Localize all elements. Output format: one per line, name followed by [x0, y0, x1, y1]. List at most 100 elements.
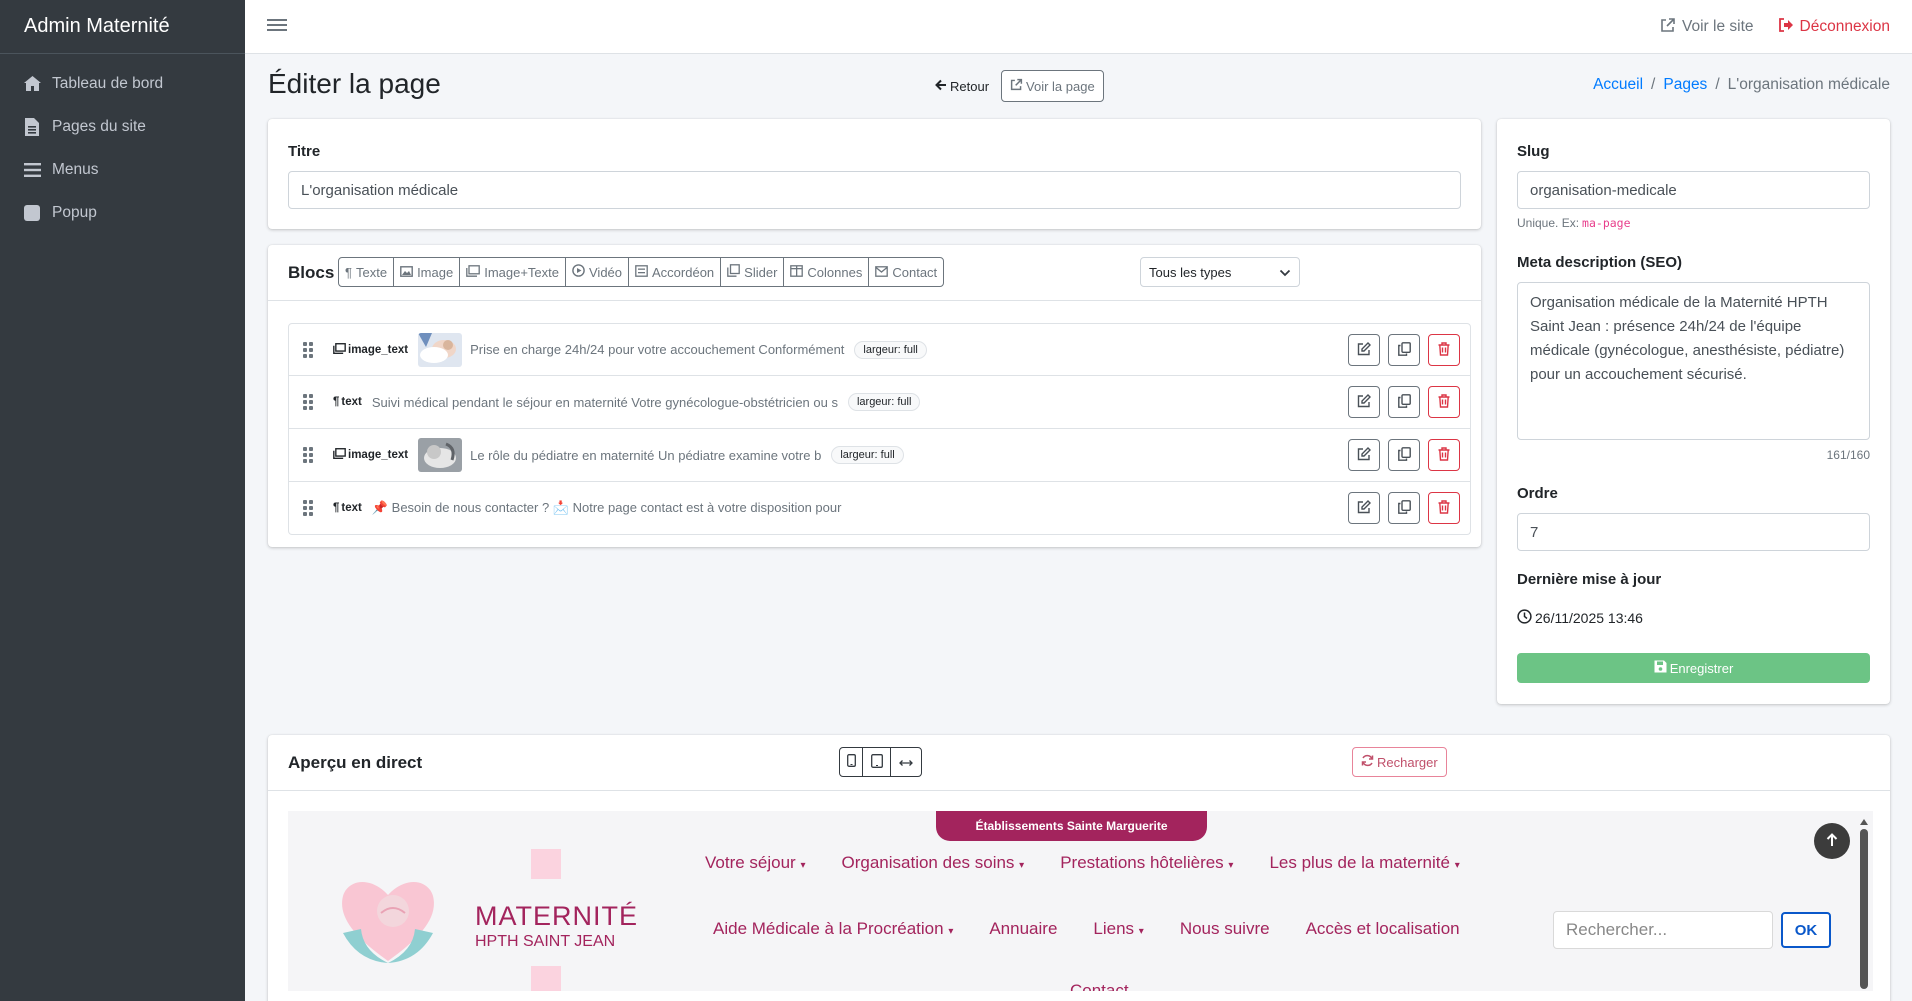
breadcrumb-home[interactable]: Accueil: [1593, 76, 1643, 94]
sidebar-item-dashboard[interactable]: Tableau de bord: [0, 62, 245, 105]
page-title: Éditer la page: [268, 68, 441, 99]
site-nav-link[interactable]: Contact: [1070, 981, 1129, 991]
duplicate-block-button[interactable]: [1388, 439, 1420, 471]
sidebar-item-popup[interactable]: Popup: [0, 191, 245, 234]
updated-value: 26/11/2025 13:46: [1517, 609, 1643, 627]
scrollbar-thumb[interactable]: [1860, 829, 1868, 989]
preview-scrollbar[interactable]: [1860, 819, 1868, 991]
add-text-button[interactable]: ¶ Texte: [338, 257, 395, 287]
view-page-button[interactable]: Voir la page: [1001, 70, 1104, 102]
add-columns-button[interactable]: Colonnes: [783, 257, 870, 287]
sidebar-item-label: Pages du site: [52, 117, 146, 135]
caret-down-icon: ▾: [1019, 860, 1025, 871]
back-button[interactable]: Retour: [935, 79, 989, 94]
sidebar-item-label: Menus: [52, 160, 99, 178]
clock-icon: [1517, 609, 1532, 627]
live-preview-frame[interactable]: Établissements Sainte Marguerite MATERNI…: [288, 811, 1873, 991]
meta-description-textarea[interactable]: Organisation médicale de la Maternité HP…: [1517, 282, 1870, 440]
order-input[interactable]: 7: [1517, 513, 1870, 551]
duplicate-block-button[interactable]: [1388, 386, 1420, 418]
paragraph-icon: ¶: [345, 264, 352, 280]
logout-link[interactable]: Déconnexion: [1778, 17, 1890, 38]
block-type: ¶ text: [333, 396, 362, 408]
site-nav-link[interactable]: Votre séjour ▾: [705, 853, 806, 873]
edit-icon: [1357, 499, 1371, 517]
breadcrumb-pages[interactable]: Pages: [1663, 76, 1707, 94]
add-contact-button[interactable]: Contact: [868, 257, 945, 287]
block-row[interactable]: ¶ text 📌 Besoin de nous contacter ? 📩 Not…: [288, 482, 1471, 535]
block-row[interactable]: image_text Prise en charge 24h/24 pour v…: [288, 323, 1471, 376]
slug-help: Unique. Ex: ma-page: [1517, 216, 1631, 230]
add-block-group: ¶ Texte Image Image+Texte Vidéo Accordéon…: [338, 257, 945, 287]
add-image-text-button[interactable]: Image+Texte: [459, 257, 566, 287]
add-slider-button[interactable]: Slider: [720, 257, 785, 287]
site-nav-link[interactable]: Prestations hôtelières ▾: [1060, 853, 1233, 873]
drag-handle-icon[interactable]: [303, 500, 315, 516]
preview-title: Aperçu en direct: [288, 753, 423, 772]
site-nav-link[interactable]: Annuaire: [989, 919, 1057, 939]
slug-input[interactable]: organisation-medicale: [1517, 171, 1870, 209]
block-summary: Le rôle du pédiatre en maternité Un pédi…: [470, 447, 822, 463]
view-site-link[interactable]: Voir le site: [1660, 17, 1754, 38]
caret-down-icon: ▾: [1228, 860, 1234, 871]
site-nav-link[interactable]: Organisation des soins ▾: [842, 853, 1025, 873]
site-nav-link[interactable]: Nous suivre: [1180, 919, 1270, 939]
edit-block-button[interactable]: [1348, 386, 1380, 418]
edit-block-button[interactable]: [1348, 492, 1380, 524]
delete-block-button[interactable]: [1428, 386, 1460, 418]
trash-icon: [1438, 446, 1450, 464]
edit-block-button[interactable]: [1348, 334, 1380, 366]
mobile-view-button[interactable]: [839, 747, 863, 777]
delete-block-button[interactable]: [1428, 439, 1460, 471]
add-video-button[interactable]: Vidéo: [565, 257, 630, 287]
duplicate-block-button[interactable]: [1388, 334, 1420, 366]
brand-title[interactable]: Admin Maternité: [0, 0, 245, 54]
title-label: Titre: [288, 143, 321, 160]
site-logo-icon: [333, 871, 443, 974]
block-summary: Prise en charge 24h/24 pour votre accouc…: [470, 342, 845, 357]
reload-button[interactable]: Recharger: [1352, 747, 1447, 777]
block-summary: 📌 Besoin de nous contacter ? 📩 Notre pag…: [371, 500, 842, 515]
meta-label: Meta description (SEO): [1517, 254, 1683, 271]
paragraph-icon: ¶: [333, 502, 340, 514]
copy-icon: [1397, 341, 1411, 359]
scroll-top-button[interactable]: [1814, 823, 1850, 859]
copy-icon: [1397, 499, 1411, 517]
chevron-down-icon: [1279, 265, 1291, 280]
add-accordion-button[interactable]: Accordéon: [628, 257, 722, 287]
bars-icon: [22, 160, 42, 180]
site-nav-link[interactable]: Les plus de la maternité ▾: [1269, 853, 1459, 873]
block-type: image_text: [333, 448, 408, 462]
edit-block-button[interactable]: [1348, 439, 1380, 471]
sidebar-item-pages[interactable]: Pages du site: [0, 105, 245, 148]
menu-toggle-icon[interactable]: [267, 16, 287, 36]
edit-icon: [1357, 341, 1371, 359]
blocks-title: Blocs: [288, 263, 335, 282]
title-input[interactable]: L'organisation médicale: [288, 171, 1461, 209]
caret-down-icon: ▾: [800, 860, 806, 871]
delete-block-button[interactable]: [1428, 492, 1460, 524]
site-search-button[interactable]: OK: [1781, 912, 1831, 948]
site-nav-link[interactable]: Accès et localisation: [1306, 919, 1460, 939]
block-row[interactable]: image_text Le rôle du pédiatre en matern…: [288, 429, 1471, 482]
scroll-up-arrow-icon[interactable]: [1860, 819, 1868, 825]
tablet-view-button[interactable]: [862, 747, 891, 777]
trash-icon: [1438, 393, 1450, 411]
site-nav-link[interactable]: Aide Médicale à la Procréation ▾: [713, 919, 953, 939]
arrow-up-icon: [1826, 832, 1838, 850]
delete-block-button[interactable]: [1428, 334, 1460, 366]
drag-handle-icon[interactable]: [303, 447, 315, 463]
duplicate-block-button[interactable]: [1388, 492, 1420, 524]
decor-square: [531, 966, 561, 991]
desktop-view-button[interactable]: [890, 747, 922, 777]
external-link-icon: [1660, 17, 1676, 38]
site-nav-link[interactable]: Liens ▾: [1093, 919, 1143, 939]
add-image-button[interactable]: Image: [393, 257, 461, 287]
drag-handle-icon[interactable]: [303, 341, 315, 358]
save-button[interactable]: Enregistrer: [1517, 653, 1870, 683]
sidebar-item-menus[interactable]: Menus: [0, 148, 245, 191]
block-type-filter[interactable]: Tous les types: [1140, 257, 1300, 287]
block-row[interactable]: ¶ text Suivi médical pendant le séjour en…: [288, 376, 1471, 429]
drag-handle-icon[interactable]: [303, 394, 315, 410]
site-search-input[interactable]: Rechercher...: [1553, 911, 1773, 949]
